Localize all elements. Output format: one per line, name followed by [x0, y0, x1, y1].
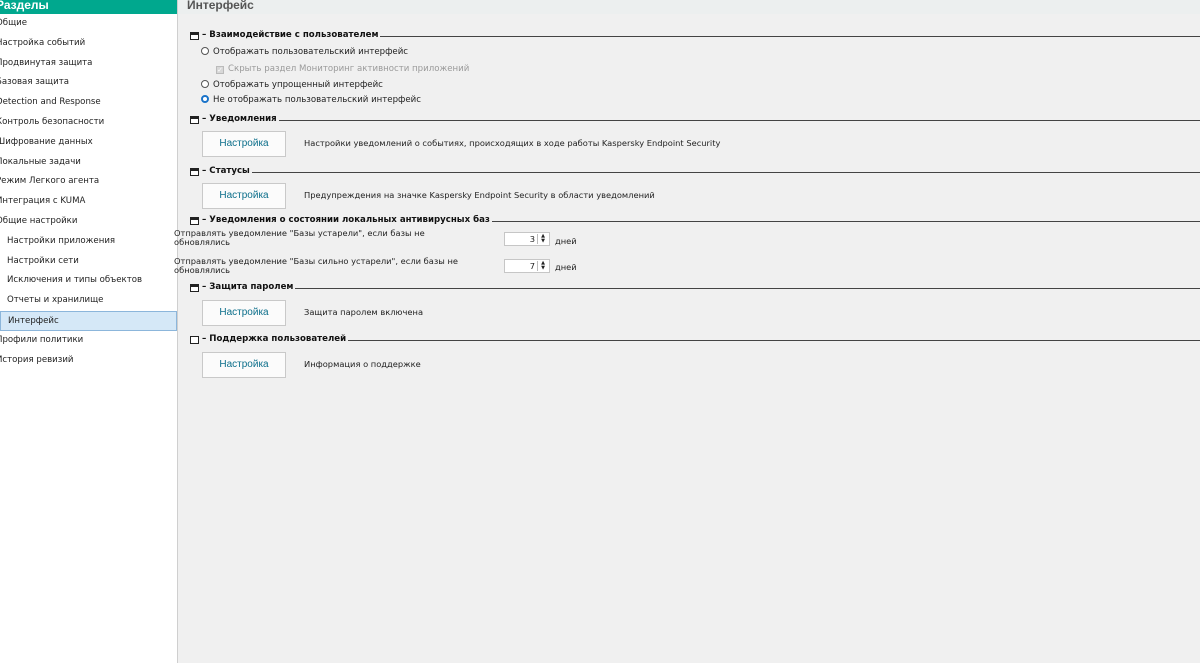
- sidebar-item-label: Режим Легкого агента: [0, 176, 100, 187]
- sidebar-item-label: Исключения и типы объектов: [7, 275, 143, 286]
- section-password-protection: – Защита паролем: [190, 282, 1200, 295]
- lock-icon[interactable]: [190, 32, 199, 40]
- page-title: Интерфейс: [187, 0, 254, 12]
- unlock-icon[interactable]: [190, 336, 199, 344]
- sidebar-item[interactable]: Настройки сети: [0, 252, 177, 272]
- notifications-description: Настройки уведомлений о событиях, происх…: [304, 138, 721, 148]
- sidebar-item-label: Базовая защита: [0, 77, 70, 88]
- sidebar-item[interactable]: Шифрование данных: [0, 133, 177, 153]
- bases-very-outdated-days-stepper[interactable]: 7 ▲ ▼: [504, 259, 550, 273]
- sidebar-item-label: Detection and Response: [0, 97, 101, 108]
- days-unit: дней: [555, 262, 577, 272]
- lock-icon[interactable]: [190, 168, 199, 176]
- sidebar-item-label: Интерфейс: [8, 315, 59, 326]
- sidebar-item-label: Настройки приложения: [7, 235, 116, 246]
- sidebar-item-label: Общие настройки: [0, 215, 78, 226]
- section-title: – Статусы: [202, 166, 252, 176]
- sidebar-nav-list: Общие Настройка событий Продвинутая защита…: [0, 14, 177, 370]
- sidebar-item-label: Шифрование данных: [0, 136, 93, 147]
- section-divider: [204, 172, 1200, 173]
- section-title: – Взаимодействие с пользователем: [202, 30, 381, 40]
- password-description: Защита паролем включена: [304, 307, 424, 317]
- sidebar-item[interactable]: Контроль безопасности: [0, 113, 177, 133]
- sidebar-item-label: Настройка событий: [0, 37, 86, 48]
- statuses-description: Предупреждения на значке Kaspersky Endpo…: [304, 190, 655, 200]
- stepper-arrows-icon[interactable]: ▲ ▼: [537, 261, 548, 271]
- stepper-value[interactable]: 3: [530, 234, 535, 244]
- radio-selected-icon[interactable]: [201, 95, 209, 103]
- sidebar-item[interactable]: Исключения и типы объектов: [0, 271, 177, 291]
- bases-outdated-days-stepper[interactable]: 3 ▲ ▼: [504, 232, 550, 246]
- sidebar-item[interactable]: История ревизий: [0, 351, 177, 371]
- sidebar-item[interactable]: Базовая защита: [0, 73, 177, 93]
- days-unit: дней: [555, 236, 577, 246]
- section-title: – Поддержка пользователей: [202, 334, 349, 344]
- section-statuses: – Статусы: [190, 166, 1200, 179]
- section-divider: [204, 340, 1200, 341]
- sidebar-item[interactable]: Интерфейс: [0, 310, 177, 331]
- sidebar-item-label: Продвинутая защита: [0, 57, 93, 68]
- section-title: – Уведомления о состоянии локальных анти…: [202, 215, 492, 225]
- checkbox-hide-monitoring[interactable]: ✓ Скрыть раздел Мониторинг активности при…: [216, 64, 469, 76]
- sidebar-title: Разделы: [0, 0, 177, 14]
- sidebar-item[interactable]: Профили политики: [0, 331, 177, 351]
- stepper-arrows-icon[interactable]: ▲ ▼: [537, 234, 548, 244]
- sidebar-item-label: Интеграция с KUMA: [0, 196, 86, 207]
- radio-show-full-ui[interactable]: Отображать пользовательский интерфейс: [201, 47, 408, 59]
- sidebar-item[interactable]: Настройки приложения: [0, 232, 177, 252]
- section-divider: [204, 120, 1200, 121]
- sidebar-item[interactable]: Локальные задачи: [0, 153, 177, 173]
- section-user-support: – Поддержка пользователей: [190, 334, 1200, 347]
- bases-very-outdated-label: Отправлять уведомление "Базы сильно уста…: [174, 256, 458, 275]
- section-notifications: – Уведомления: [190, 114, 1200, 127]
- password-settings-button[interactable]: Настройка: [202, 300, 286, 326]
- radio-icon[interactable]: [201, 47, 209, 55]
- sidebar-item-label: Общие: [0, 18, 28, 28]
- notifications-settings-button[interactable]: Настройка: [202, 131, 286, 157]
- sidebar-item[interactable]: Общие настройки: [0, 212, 177, 232]
- sidebar-item[interactable]: Интеграция с KUMA: [0, 192, 177, 212]
- lock-icon[interactable]: [190, 217, 199, 225]
- section-divider: [204, 288, 1200, 289]
- sidebar-item-label: Настройки сети: [7, 255, 79, 266]
- section-title: – Уведомления: [202, 114, 279, 124]
- checkbox-icon[interactable]: ✓: [216, 66, 224, 74]
- radio-hide-ui[interactable]: Не отображать пользовательский интерфейс: [201, 95, 421, 107]
- sidebar-item-label: Контроль безопасности: [0, 116, 105, 127]
- lock-icon[interactable]: [190, 284, 199, 292]
- sidebar-item[interactable]: Общие: [0, 14, 177, 34]
- lock-icon[interactable]: [190, 116, 199, 124]
- sidebar-item[interactable]: Продвинутая защита: [0, 54, 177, 74]
- sections-sidebar: Разделы Общие Настройка событий Продвинута…: [0, 0, 178, 663]
- bases-outdated-label: Отправлять уведомление "Базы устарели", …: [174, 228, 425, 247]
- sidebar-item[interactable]: Настройка событий: [0, 34, 177, 54]
- radio-icon[interactable]: [201, 80, 209, 88]
- sidebar-item-label: Отчеты и хранилище: [7, 295, 104, 306]
- sidebar-item-label: История ревизий: [0, 354, 74, 365]
- section-title: – Защита паролем: [202, 282, 296, 292]
- statuses-settings-button[interactable]: Настройка: [202, 183, 286, 209]
- sidebar-item[interactable]: Отчеты и хранилище: [0, 291, 177, 311]
- sidebar-item[interactable]: Режим Легкого агента: [0, 172, 177, 192]
- stepper-value[interactable]: 7: [530, 261, 535, 271]
- sidebar-item[interactable]: Detection and Response: [0, 93, 177, 113]
- sidebar-item-label: Локальные задачи: [0, 156, 81, 167]
- section-user-interaction: – Взаимодействие с пользователем: [190, 30, 1200, 43]
- support-description: Информация о поддержке: [304, 359, 421, 369]
- support-settings-button[interactable]: Настройка: [202, 352, 286, 378]
- title-bar: [178, 0, 1200, 14]
- sidebar-item-label: Профили политики: [0, 334, 84, 345]
- radio-show-simple-ui[interactable]: Отображать упрощенный интерфейс: [201, 80, 383, 92]
- main-panel: Интерфейс – Взаимодействие с пользовател…: [174, 0, 1200, 663]
- section-av-bases: – Уведомления о состоянии локальных анти…: [190, 215, 1200, 228]
